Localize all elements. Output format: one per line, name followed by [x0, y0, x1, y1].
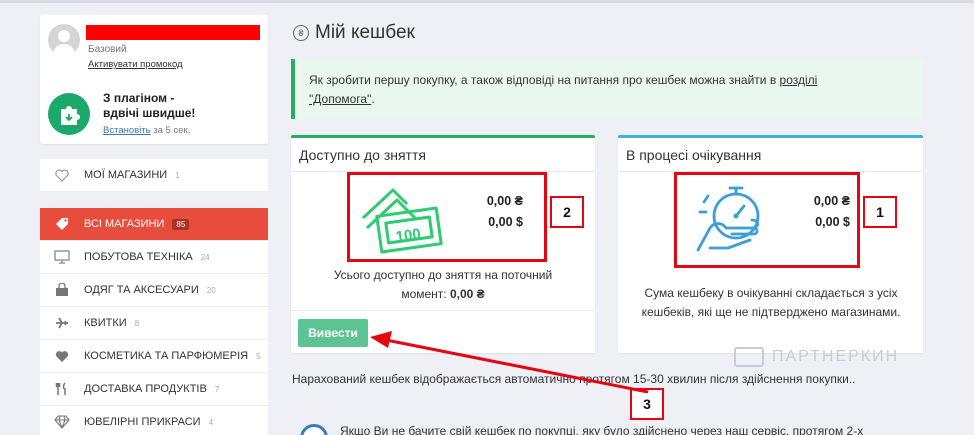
menu-item-label: МОЇ МАГАЗИНИ — [84, 169, 168, 181]
menu-item-food-delivery[interactable]: ДОСТАВКА ПРОДУКТІВ 7 — [40, 373, 268, 406]
cashback-icon: ₴ — [293, 25, 309, 41]
menu-item-label: ВСІ МАГАЗИНИ — [84, 218, 165, 230]
tag-icon — [40, 217, 84, 231]
shopping-bag-icon — [40, 283, 84, 297]
menu-item-label: ДОСТАВКА ПРОДУКТІВ — [84, 383, 207, 395]
menu-item-count: 85 — [172, 218, 190, 230]
available-note: Усього доступно до зняття на поточний мо… — [333, 268, 553, 301]
cashback-info-text: Нарахований кешбек відображається автома… — [292, 372, 856, 386]
plan-label: Базовий — [88, 44, 127, 55]
install-time-text: за 5 сек. — [153, 125, 191, 136]
help-section-link-continued[interactable]: "Допомога" — [309, 92, 371, 106]
menu-item-label: КОСМЕТИКА ТА ПАРФЮМЕРІЯ — [84, 350, 249, 362]
menu-item-count: 1 — [175, 170, 180, 180]
watermark-logo-icon — [734, 347, 764, 367]
menu-item-jewelry[interactable]: ЮВЕЛІРНІ ПРИКРАСИ 4 — [40, 406, 268, 435]
puzzle-icon — [48, 93, 90, 135]
menu-item-tickets[interactable]: КВИТКИ 8 — [40, 307, 268, 340]
alert-suffix: . — [371, 92, 375, 106]
menu-item-label: КВИТКИ — [84, 317, 127, 329]
diamond-icon — [40, 415, 84, 429]
menu-item-my-stores[interactable]: МОЇ МАГАЗИНИ 1 — [40, 159, 268, 192]
menu-item-count: 8 — [134, 318, 140, 328]
watermark: ПАРТНЕРКИН — [734, 347, 899, 367]
menu-item-clothing[interactable]: ОДЯГ ТА АКСЕСУАРИ 20 — [40, 274, 268, 307]
top-border — [0, 0, 974, 3]
missing-cashback-text: Якщо Ви не бачите свій кешбек по покупці… — [340, 424, 864, 435]
page-title: ₴ Мій кешбек — [293, 22, 415, 44]
menu-item-appliances[interactable]: ПОБУТОВА ТЕХНІКА 24 — [40, 241, 268, 274]
menu-item-count: 7 — [214, 384, 220, 394]
help-section-link[interactable]: розділі — [780, 73, 818, 87]
heart-outline-icon — [40, 169, 84, 182]
airplane-icon — [40, 316, 84, 330]
info-circle-icon — [300, 424, 328, 435]
install-plugin-link[interactable]: Встановіть — [103, 125, 151, 136]
menu-item-label: ЮВЕЛІРНІ ПРИКРАСИ — [84, 416, 201, 428]
plugin-install-row: Встановіть за 5 сек. — [103, 125, 190, 136]
menu-item-count: 5 — [256, 351, 261, 361]
alert-text: Як зробити першу покупку, а також відпов… — [309, 73, 780, 87]
plugin-promo-text: З плагіном - вдвічі швидше! — [103, 91, 196, 120]
pending-note: Сума кешбеку в очікуванні складається з … — [641, 286, 901, 319]
menu-item-cosmetics[interactable]: КОСМЕТИКА ТА ПАРФЮМЕРІЯ 5 — [40, 340, 268, 373]
menu-item-count: 4 — [208, 417, 214, 427]
callout-1: 1 — [863, 196, 897, 228]
callout-3: 3 — [630, 388, 664, 420]
page-title-text: Мій кешбек — [315, 22, 415, 43]
menu-item-count: 20 — [206, 285, 216, 295]
callout-2: 2 — [550, 196, 584, 228]
monitor-icon — [40, 250, 84, 264]
heart-icon — [40, 350, 84, 363]
annotation-box-pending — [674, 172, 860, 268]
annotation-box-available — [347, 172, 547, 262]
menu-item-count: 24 — [200, 252, 210, 262]
redacted-username — [86, 25, 260, 40]
available-total: 0,00 ₴ — [449, 287, 485, 301]
menu-item-all-stores[interactable]: ВСІ МАГАЗИНИ 85 — [40, 208, 268, 241]
activate-promo-link[interactable]: Активувати промокод — [88, 59, 183, 70]
cutlery-icon — [40, 382, 84, 396]
category-menu: МОЇ МАГАЗИНИ 1 ВСІ МАГАЗИНИ 85 ПОБУТОВА … — [40, 159, 268, 435]
available-panel-title: Доступно до зняття — [291, 138, 595, 172]
menu-item-label: ПОБУТОВА ТЕХНІКА — [84, 251, 193, 263]
help-alert: Як зробити першу покупку, а також відпов… — [291, 59, 923, 119]
avatar[interactable] — [48, 24, 80, 56]
menu-item-label: ОДЯГ ТА АКСЕСУАРИ — [84, 284, 199, 296]
withdraw-button[interactable]: Вивести — [298, 319, 368, 347]
user-card: Базовий Активувати промокод З плагіном -… — [40, 15, 268, 144]
pending-panel-title: В процесі очікування — [618, 138, 923, 172]
